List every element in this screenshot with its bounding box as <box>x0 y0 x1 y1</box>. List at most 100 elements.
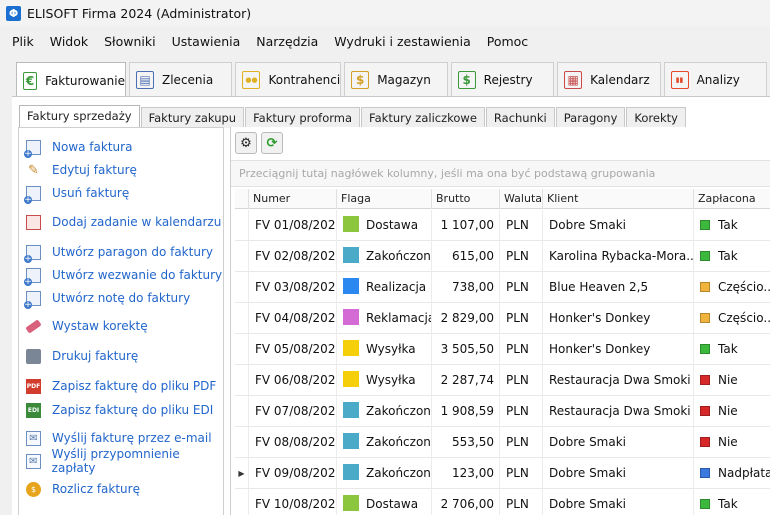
column-header-klient[interactable]: Klient <box>543 189 694 209</box>
column-header-brutto[interactable]: Brutto <box>432 189 500 209</box>
subtab-2[interactable]: Faktury proforma <box>245 107 361 128</box>
menu-plik[interactable]: Plik <box>4 34 42 49</box>
menu-narzedzia[interactable]: Narzędzia <box>248 34 326 49</box>
action-printer[interactable]: Drukuj fakturę <box>26 347 138 365</box>
table-row[interactable]: FV 10/08/2024 Dostawa 2 706,00 PLN Dobre Sma… <box>235 489 770 515</box>
cell-flaga: Zakończone <box>337 241 432 272</box>
cell-klient: Honker's Donkey <box>543 334 694 365</box>
flag-color-swatch <box>343 340 359 356</box>
group-by-hint[interactable]: Przeciągnij tutaj nagłówek kolumny, jeśl… <box>231 160 770 187</box>
payment-status-dot <box>700 406 710 416</box>
payment-status-label: Tak <box>718 218 738 232</box>
subtab-1[interactable]: Faktury zakupu <box>140 107 245 128</box>
payment-status-dot <box>700 499 710 509</box>
subtab-4[interactable]: Rachunki <box>485 107 555 128</box>
printer-icon <box>26 348 41 364</box>
action-label: Utwórz paragon do faktury <box>52 245 213 259</box>
tab-zlecenia[interactable]: ▤ Zlecenia <box>129 62 233 96</box>
flag-label: Wysyłka <box>366 373 416 387</box>
subtab-3[interactable]: Faktury zaliczkowe <box>361 107 485 128</box>
payment-status-label: Nadpłata <box>718 466 770 480</box>
menu-pomoc[interactable]: Pomoc <box>479 34 536 49</box>
subtab-6[interactable]: Korekty <box>626 107 686 128</box>
action-edi[interactable]: EDI Zapisz fakturę do pliku EDI <box>26 401 213 419</box>
column-header-zapłacona[interactable]: Zapłacona <box>694 189 770 209</box>
action-edit-invoice[interactable]: ✎ Edytuj fakturę <box>26 161 137 179</box>
new-invoice-icon <box>24 139 41 158</box>
ledger-icon: $ <box>457 70 476 89</box>
flag-label: Reklamacja <box>366 311 432 325</box>
action-note[interactable]: Utwórz notę do faktury <box>24 289 190 309</box>
flag-label: Dostawa <box>366 218 419 232</box>
column-header-waluta[interactable]: Waluta <box>500 189 543 209</box>
table-row[interactable]: FV 08/08/2024 Zakończone 553,50 PLN Dobre Sm… <box>235 427 770 458</box>
column-header-numer[interactable]: Numer <box>249 189 337 209</box>
edit-invoice-icon: ✎ <box>28 162 39 178</box>
row-indicator-header <box>235 189 249 209</box>
cell-klient: Dobre Smaki <box>543 427 694 458</box>
cell-klient: Restauracja Dwa Smoki <box>543 396 694 427</box>
summons-icon <box>24 267 41 286</box>
cell-numer: FV 05/08/2024 <box>249 334 337 365</box>
row-indicator <box>235 334 249 364</box>
cell-brutto: 1 107,00 <box>432 210 500 241</box>
action-receipt[interactable]: Utwórz paragon do faktury <box>24 243 213 263</box>
refresh-icon[interactable]: ⟳ <box>261 132 283 154</box>
flag-color-swatch <box>343 371 359 387</box>
tab-fakturowanie[interactable]: € Fakturowanie <box>16 62 126 98</box>
cell-numer: FV 01/08/2024 <box>249 210 337 241</box>
tab-label: Zlecenia <box>162 72 214 87</box>
tab-magazyn[interactable]: $ Magazyn <box>344 62 448 96</box>
menu-wydruki[interactable]: Wydruki i zestawienia <box>326 34 478 49</box>
table-row[interactable]: FV 01/08/2024 Dostawa 1 107,00 PLN Dobre Sma… <box>235 210 770 241</box>
tab-label: Rejestry <box>483 72 533 87</box>
table-row[interactable]: FV 07/08/2024 Zakończone 1 908,59 PLN Restau… <box>235 396 770 427</box>
payment-status-dot <box>700 313 710 323</box>
flag-color-swatch <box>343 402 359 418</box>
tab-kalendarz[interactable]: ▦ Kalendarz <box>557 62 661 96</box>
action-coins[interactable]: $ Rozlicz fakturę <box>26 480 140 498</box>
table-row[interactable]: FV 05/08/2024 Wysyłka 3 505,50 PLN Honker's … <box>235 334 770 365</box>
cell-waluta: PLN <box>500 303 543 334</box>
menu-widok[interactable]: Widok <box>42 34 96 49</box>
action-reminder-email[interactable]: ✉ Wyślij przypomnienie zapłaty <box>26 447 223 475</box>
reminder-email-icon: ✉ <box>26 453 41 469</box>
payment-status-dot <box>700 437 710 447</box>
action-delete-invoice[interactable]: Usuń fakturę <box>24 184 129 204</box>
table-row[interactable]: FV 03/08/2024 Realizacja 738,00 PLN Blue Hea… <box>235 272 770 303</box>
cell-brutto: 2 829,00 <box>432 303 500 334</box>
cell-waluta: PLN <box>500 210 543 241</box>
action-eraser[interactable]: Wystaw korektę <box>25 317 148 335</box>
flag-color-swatch <box>343 309 359 325</box>
settings-gear-icon[interactable]: ⚙ <box>235 132 257 154</box>
table-row[interactable]: FV 02/08/2024 Zakończone 615,00 PLN Karolina… <box>235 241 770 272</box>
table-row[interactable]: FV 04/08/2024 Reklamacja 2 829,00 PLN Honker… <box>235 303 770 334</box>
action-calendar-add[interactable]: Dodaj zadanie w kalendarzu <box>26 213 221 231</box>
cell-waluta: PLN <box>500 334 543 365</box>
tab-rejestry[interactable]: $ Rejestry <box>450 62 555 96</box>
action-new-invoice[interactable]: Nowa faktura <box>24 138 132 158</box>
action-label: Utwórz wezwanie do faktury <box>52 268 223 282</box>
menu-slowniki[interactable]: Słowniki <box>96 34 163 49</box>
row-indicator <box>235 210 249 240</box>
flag-label: Dostawa <box>366 497 419 511</box>
cell-zaplacona: Tak <box>694 489 770 515</box>
table-row[interactable]: FV 06/08/2024 Wysyłka 2 287,74 PLN Restaurac… <box>235 365 770 396</box>
subtab-0[interactable]: Faktury sprzedaży <box>19 105 140 128</box>
action-email[interactable]: ✉ Wyślij fakturę przez e-mail <box>26 429 212 447</box>
tab-analizy[interactable]: ▮▮ Analizy <box>663 62 768 96</box>
action-pdf[interactable]: PDF Zapisz fakturę do pliku PDF <box>26 377 216 395</box>
payment-status-dot <box>700 468 710 478</box>
column-header-flaga[interactable]: Flaga <box>337 189 432 209</box>
cell-numer: FV 09/08/2024 <box>249 458 337 489</box>
cell-flaga: Zakończone <box>337 427 432 458</box>
cell-waluta: PLN <box>500 365 543 396</box>
table-row[interactable]: ▶ FV 09/08/2024 Zakończone 123,00 PLN Dobre S… <box>235 458 770 489</box>
flag-color-swatch <box>343 464 359 480</box>
action-summons[interactable]: Utwórz wezwanie do faktury <box>24 266 223 286</box>
tab-kontrahenci[interactable]: ●● Kontrahenci <box>235 62 342 96</box>
cell-waluta: PLN <box>500 241 543 272</box>
action-label: Rozlicz fakturę <box>52 482 140 496</box>
subtab-5[interactable]: Paragony <box>555 107 626 128</box>
menu-ustawienia[interactable]: Ustawienia <box>164 34 249 49</box>
